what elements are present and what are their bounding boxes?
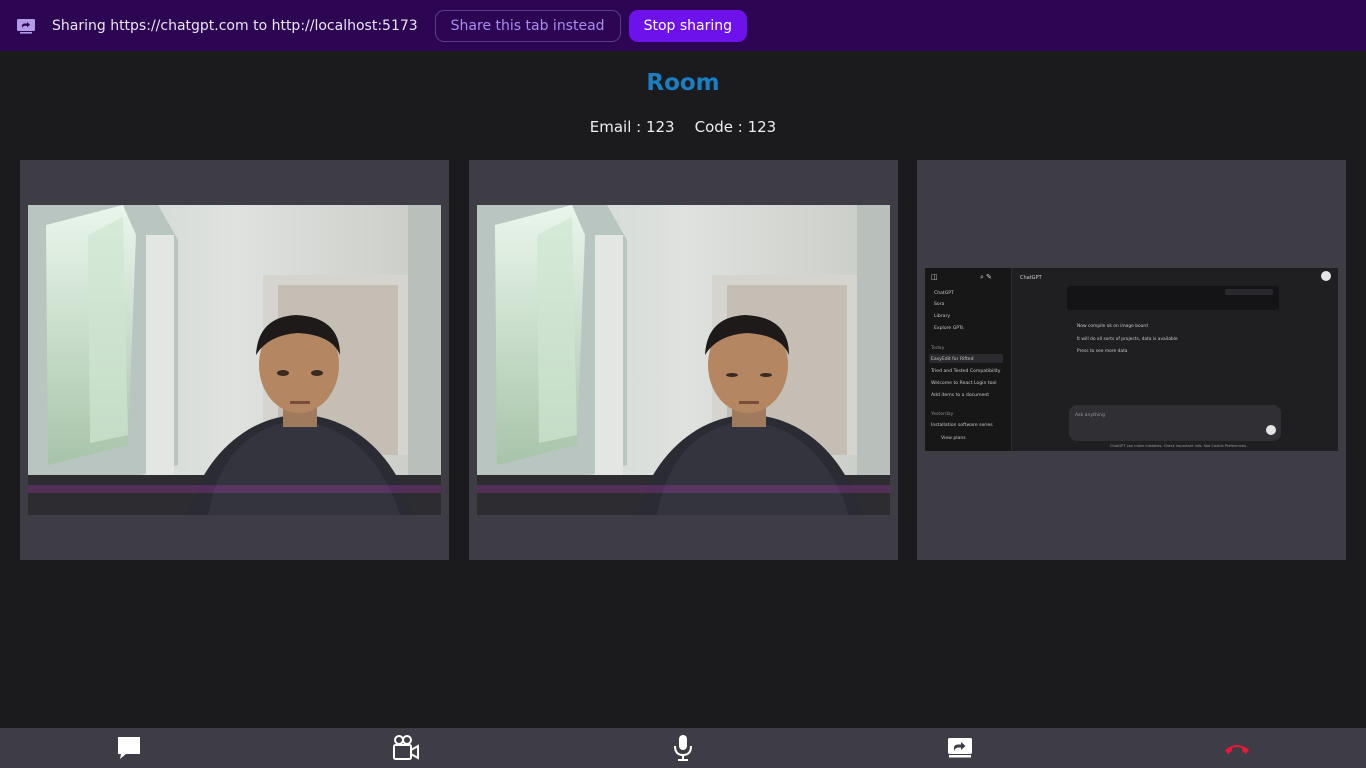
- chat-icon[interactable]: [114, 734, 144, 762]
- share-this-tab-button[interactable]: Share this tab instead: [434, 9, 621, 42]
- sidebar-chat: Add items to a document: [931, 392, 989, 398]
- video-tile-remote: [469, 160, 898, 560]
- sidebar-chat: EasyEdit for Rifted: [931, 356, 974, 362]
- microphone-icon[interactable]: [668, 734, 698, 762]
- screen-share-notification-bar: Sharing https://chatgpt.com to http://lo…: [0, 0, 1366, 51]
- sharing-message: Sharing https://chatgpt.com to http://lo…: [52, 17, 418, 34]
- camera-video: [477, 205, 890, 515]
- sidebar-user: View plans: [941, 435, 966, 441]
- video-tile-local: [20, 160, 449, 560]
- shared-screen-video: ◫ ⌕ ✎ ChatGPT Sora Library Explore GPTs …: [925, 268, 1338, 451]
- bullet-item: Now compile ok on image board: [1077, 323, 1148, 329]
- svg-text:◫: ◫: [931, 273, 938, 281]
- camera-video: [28, 205, 441, 515]
- code-label: Code : 123: [694, 118, 777, 136]
- email-label: Email : 123: [589, 118, 675, 136]
- sidebar-chat: Installation software series: [931, 422, 993, 428]
- footer-note: ChatGPT can make mistakes. Check importa…: [1110, 444, 1247, 448]
- page-title: Room: [646, 70, 720, 96]
- screen-share-icon[interactable]: [945, 734, 975, 762]
- screen-share-icon: [16, 18, 36, 34]
- sidebar-chat: Welcome to React Login tool: [931, 380, 997, 386]
- sidebar-section: Today: [930, 345, 945, 351]
- sidebar-section: Yesterday: [930, 411, 954, 417]
- model-label: ChatGPT: [1020, 275, 1043, 281]
- svg-text:⌕ ✎: ⌕ ✎: [980, 273, 992, 281]
- sidebar-link: Explore GPTs: [934, 325, 964, 331]
- video-camera-icon[interactable]: [391, 734, 421, 762]
- stop-sharing-button[interactable]: Stop sharing: [628, 9, 747, 42]
- end-call-icon[interactable]: [1222, 734, 1252, 762]
- sidebar-link: ChatGPT: [934, 290, 954, 296]
- sidebar-link: Library: [934, 313, 950, 319]
- screen-share-tile: ◫ ⌕ ✎ ChatGPT Sora Library Explore GPTs …: [917, 160, 1346, 560]
- sidebar-chat: Tried and Tested Compatibility: [930, 368, 1001, 374]
- bullet-item: Press to see more data: [1077, 348, 1128, 354]
- call-controls-toolbar: [0, 728, 1366, 768]
- room-info: Email : 123 Code : 123: [0, 118, 1366, 136]
- composer-placeholder: Ask anything: [1075, 412, 1105, 418]
- sidebar-link: Sora: [934, 301, 945, 307]
- bullet-item: It will do all sorts of projects, data i…: [1077, 336, 1178, 342]
